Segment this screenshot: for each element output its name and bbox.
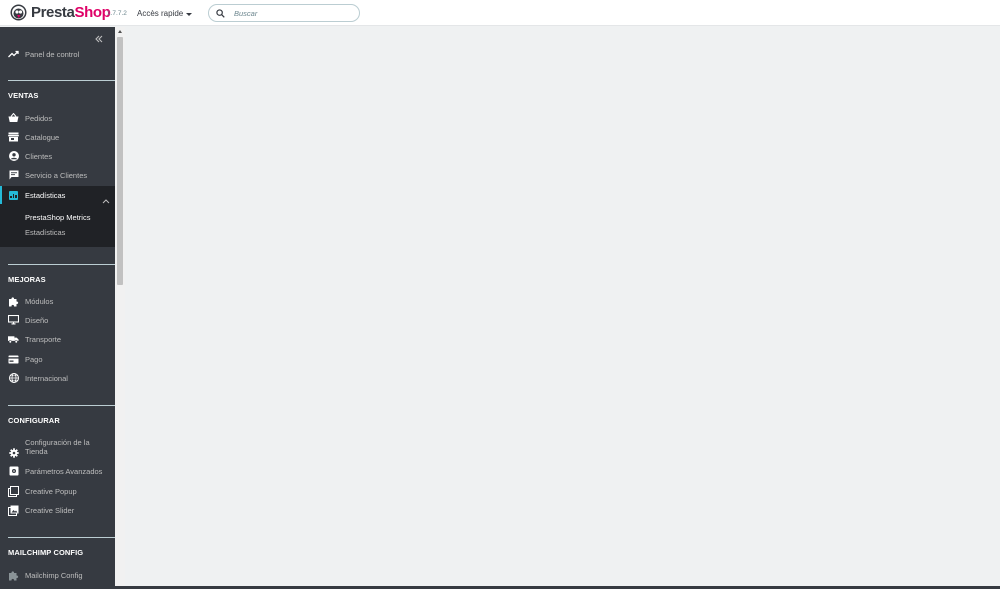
collapse-sidebar-icon[interactable]	[93, 32, 105, 44]
sidebar-item-estadisticas[interactable]: Estadísticas	[0, 190, 115, 204]
sidebar-divider	[8, 405, 115, 406]
prestashop-logo[interactable]: PrestaShop	[10, 4, 111, 21]
logo-text: PrestaShop	[31, 4, 111, 21]
search-input[interactable]	[234, 8, 344, 18]
submenu-estadisticas[interactable]: Estadísticas	[25, 228, 65, 237]
sidebar-item-label: Parámetros Avanzados	[25, 466, 103, 476]
sidebar-item-label: Módulos	[25, 296, 54, 306]
sidebar-item-label: Creative Slider	[25, 505, 75, 515]
puffin-logo-icon	[10, 4, 27, 21]
search-icon	[216, 8, 225, 18]
sidebar-item-clientes[interactable]: Clientes	[0, 151, 115, 161]
sidebar-item-diseno[interactable]: Diseño	[0, 315, 115, 325]
bar-chart-icon	[8, 190, 19, 201]
sidebar-item-parametros-avanzados[interactable]: Parámetros Avanzados	[0, 466, 115, 476]
chat-icon	[8, 170, 19, 181]
submenu-prestashop-metrics[interactable]: PrestaShop Metrics	[25, 213, 90, 222]
section-title-configurar: CONFIGURAR	[8, 416, 60, 425]
globe-icon	[8, 373, 19, 384]
sidebar-item-internacional[interactable]: Internacional	[0, 373, 115, 383]
quick-access-dropdown[interactable]: Accès rapide	[137, 9, 193, 18]
sidebar: Panel de control VENTAS Pedidos Catalogu…	[0, 27, 115, 589]
sidebar-item-label: Clientes	[25, 151, 53, 161]
version-label: 1.7.7.2	[107, 10, 127, 17]
sidebar-divider	[8, 80, 115, 81]
sidebar-item-pago[interactable]: Pago	[0, 354, 115, 364]
layers-icon	[8, 485, 19, 497]
search-box[interactable]	[208, 4, 360, 22]
sidebar-item-label: Catalogue	[25, 132, 60, 142]
sidebar-item-label: Servicio a Clientes	[25, 170, 88, 180]
sidebar-item-label: Creative Popup	[25, 486, 77, 496]
sidebar-item-label: Internacional	[25, 373, 68, 383]
credit-card-icon	[8, 354, 19, 365]
basket-icon	[8, 113, 19, 124]
section-title-mejoras: MEJORAS	[8, 275, 46, 284]
sidebar-divider	[8, 264, 115, 265]
sidebar-item-label: Estadísticas	[25, 190, 66, 200]
trending-up-icon	[8, 49, 19, 60]
sidebar-item-dashboard[interactable]: Panel de control	[0, 49, 115, 59]
sidebar-item-label: Transporte	[25, 334, 61, 344]
quick-access-label: Accès rapide	[137, 9, 184, 18]
puzzle-icon	[8, 570, 19, 581]
scrollbar-thumb[interactable]	[117, 37, 123, 285]
scroll-up-arrow-icon[interactable]	[118, 30, 122, 33]
sidebar-item-pedidos[interactable]: Pedidos	[0, 113, 115, 123]
sidebar-item-mailchimp-config[interactable]: Mailchimp Config	[0, 570, 115, 580]
sidebar-scrollbar[interactable]	[115, 27, 125, 589]
sidebar-item-creative-popup[interactable]: Creative Popup	[0, 485, 115, 497]
sidebar-item-label: Pago	[25, 354, 43, 364]
puzzle-icon	[8, 296, 19, 307]
sidebar-divider	[8, 537, 115, 538]
caret-down-icon	[186, 12, 193, 16]
settings-box-icon	[8, 466, 19, 477]
sidebar-item-configuracion-tienda[interactable]: Configuración de la Tienda	[0, 438, 115, 458]
sidebar-item-modulos[interactable]: Módulos	[0, 296, 115, 306]
sidebar-item-label-line2: Tienda	[25, 447, 48, 456]
sidebar-item-creative-slider[interactable]: Creative Slider	[0, 505, 115, 516]
sidebar-item-label: Pedidos	[25, 113, 53, 123]
sidebar-item-catalogue[interactable]: Catalogue	[0, 132, 115, 142]
sidebar-item-transporte[interactable]: Transporte	[0, 334, 115, 344]
sidebar-item-label-line1: Configuración de la	[25, 438, 90, 447]
sidebar-item-servicio-clientes[interactable]: Servicio a Clientes	[0, 170, 115, 180]
truck-icon	[8, 334, 19, 345]
sidebar-item-label: Diseño	[25, 315, 49, 325]
desktop-icon	[8, 315, 19, 326]
section-title-mailchimp: MAILCHIMP CONFIG	[8, 548, 84, 557]
store-icon	[8, 132, 19, 143]
top-header: PrestaShop 1.7.7.2 Accès rapide	[0, 0, 1000, 26]
chevron-up-icon	[102, 191, 110, 209]
gear-icon	[8, 447, 19, 458]
sidebar-item-label: Mailchimp Config	[25, 570, 83, 580]
image-icon	[8, 505, 19, 516]
sidebar-item-label: Panel de control	[25, 49, 80, 59]
account-circle-icon	[8, 151, 19, 162]
main-content	[125, 27, 1000, 586]
section-title-ventas: VENTAS	[8, 91, 39, 100]
